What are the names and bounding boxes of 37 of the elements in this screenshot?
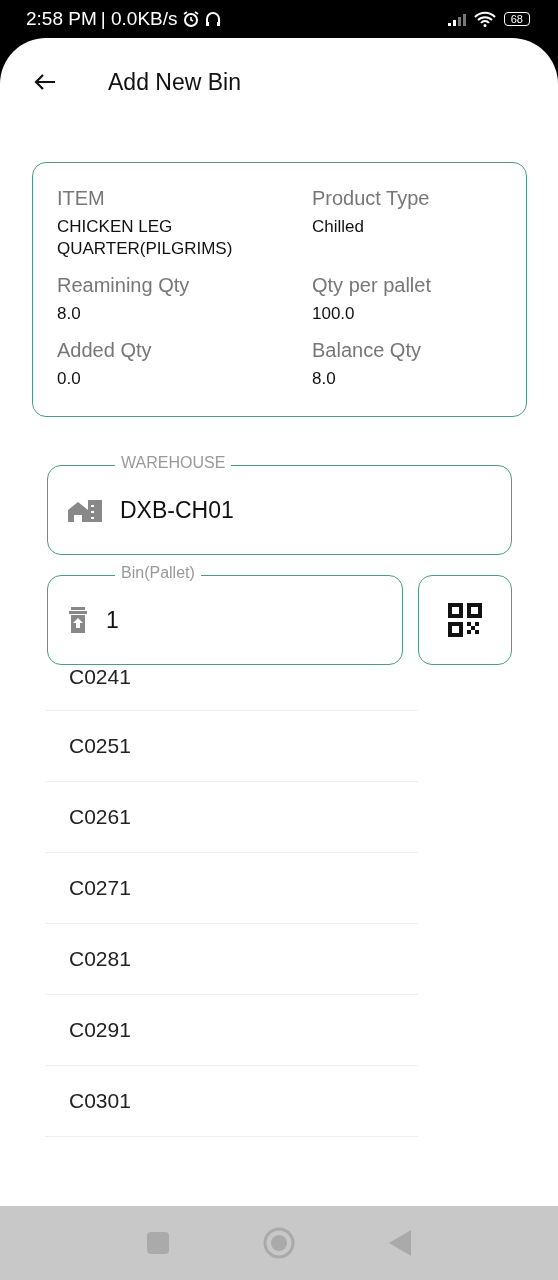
status-time: 2:58 PM: [26, 8, 97, 30]
field-value: DXB-CH01: [120, 496, 234, 524]
bin-option[interactable]: C0301: [45, 1066, 418, 1138]
bin-option[interactable]: C0261: [45, 782, 418, 854]
field-value: CHICKEN LEG QUARTER(PILGRIMS): [57, 216, 234, 261]
qr-scan-button[interactable]: [418, 575, 512, 666]
field-value: 8.0: [57, 303, 82, 326]
field-value: 8.0: [312, 368, 337, 391]
field-label: Balance Qty: [312, 339, 422, 363]
battery-indicator: 68: [503, 12, 530, 26]
warehouse-icon: [68, 498, 102, 523]
back-arrow-icon: [34, 73, 56, 91]
bin-option[interactable]: C0251: [45, 711, 418, 783]
bin-option[interactable]: C0291: [45, 995, 418, 1067]
field-value: 100.0: [312, 303, 356, 326]
field-value: 0.0: [57, 368, 82, 391]
back-icon[interactable]: [389, 1230, 411, 1256]
home-icon[interactable]: [263, 1227, 295, 1259]
field-label: Added Qty: [57, 339, 153, 363]
field-label: Bin(Pallet): [115, 564, 201, 583]
headphones-icon: [203, 10, 222, 28]
field-label: Product Type: [312, 187, 431, 210]
bin-option[interactable]: C0271: [45, 853, 418, 925]
alarm-icon: [181, 10, 200, 28]
wifi-icon: [473, 11, 496, 27]
recents-icon[interactable]: [147, 1232, 169, 1254]
network-speed: | 0.0KB/s: [100, 8, 178, 30]
field-value: 1: [106, 606, 119, 634]
bin-icon: [68, 607, 88, 634]
field-value: Chilled: [312, 216, 365, 238]
qr-code-icon: [448, 603, 482, 638]
field-label: ITEM: [57, 187, 106, 210]
bin-option[interactable]: C0241: [45, 665, 418, 712]
field-label: Qty per pallet: [312, 274, 432, 298]
field-label: Reamining Qty: [57, 274, 191, 298]
page-title: Add New Bin: [108, 68, 241, 96]
bin-option[interactable]: C0281: [45, 924, 418, 996]
